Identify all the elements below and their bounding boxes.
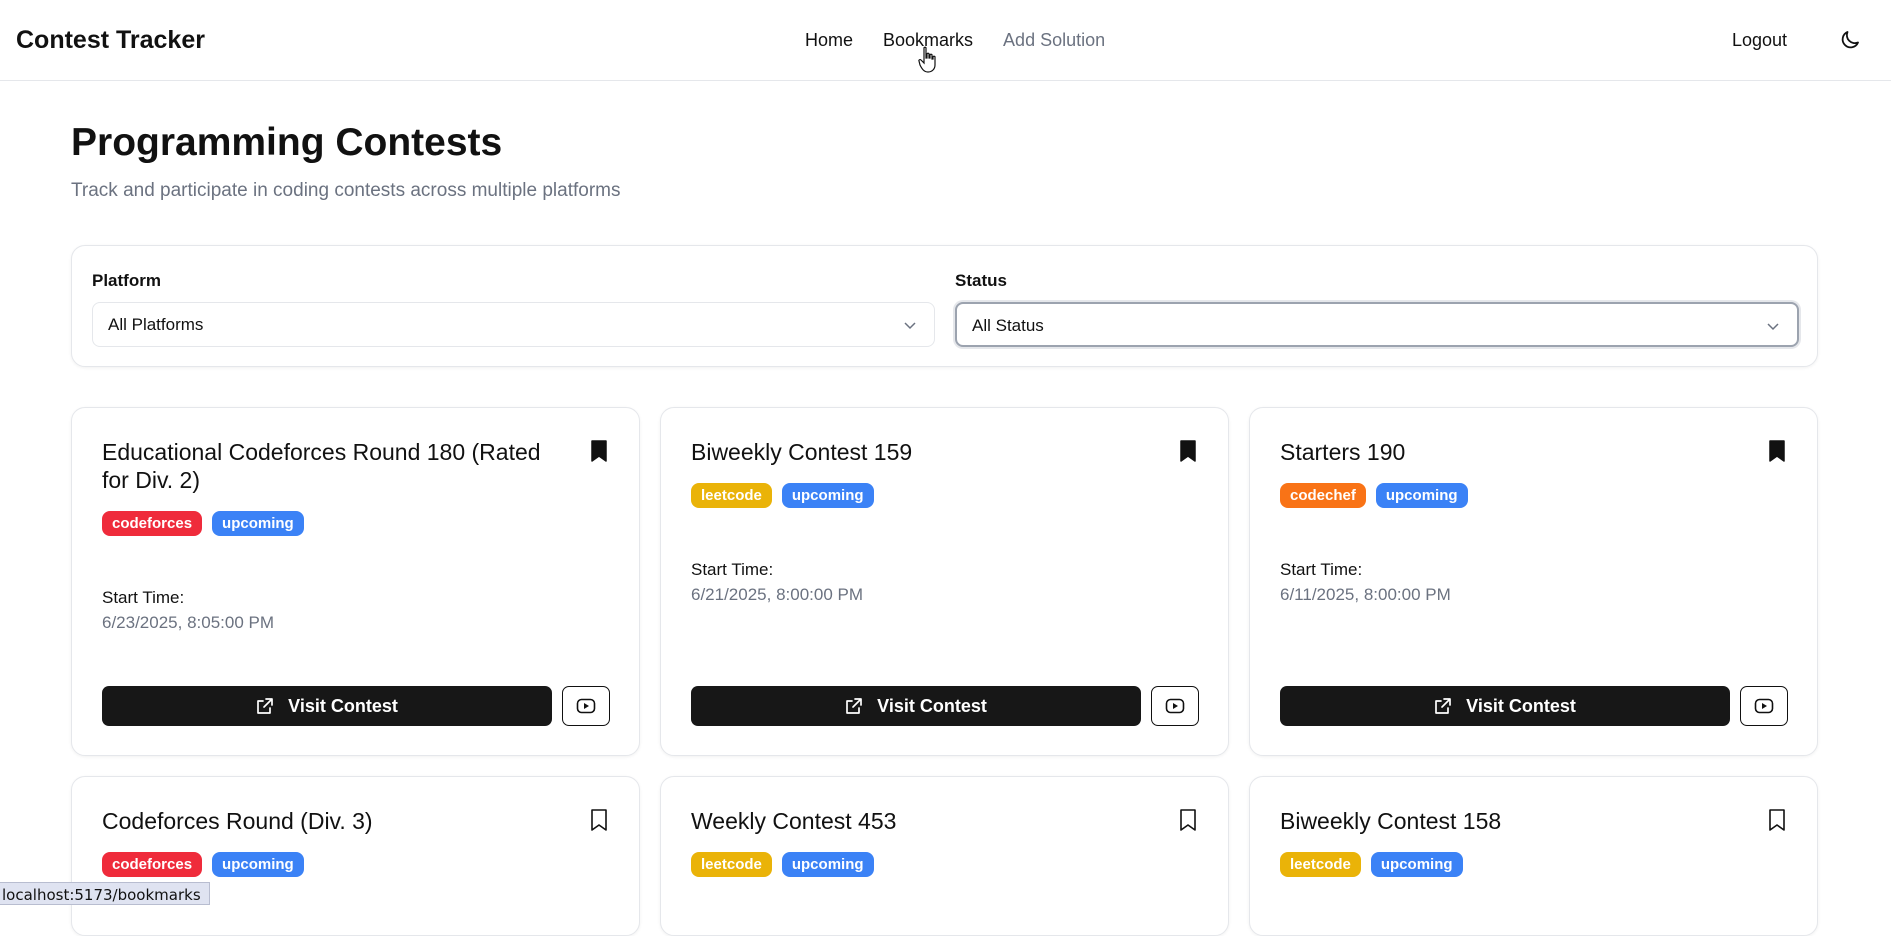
youtube-icon xyxy=(576,698,596,714)
contest-card: Starters 190 codechef upcoming Start Tim… xyxy=(1249,407,1818,756)
platform-select-value: All Platforms xyxy=(108,315,204,334)
contest-title: Weekly Contest 453 xyxy=(691,808,897,834)
status-badge: upcoming xyxy=(1370,852,1463,877)
contest-title: Starters 190 xyxy=(1280,439,1406,465)
external-link-icon xyxy=(257,698,274,714)
contest-badges: leetcode upcoming xyxy=(1280,852,1463,877)
contest-card: Educational Codeforces Round 180 (Rated … xyxy=(71,407,640,756)
external-link-icon xyxy=(1435,698,1452,714)
status-badge: upcoming xyxy=(781,852,874,877)
status-label: Status xyxy=(955,271,1007,290)
bookmark-filled-icon[interactable] xyxy=(1767,439,1787,463)
chevron-down-icon xyxy=(904,322,916,330)
status-badge: upcoming xyxy=(1375,483,1468,508)
start-time-value: 6/21/2025, 8:00:00 PM xyxy=(691,585,864,604)
page-title: Programming Contests xyxy=(71,121,503,164)
filter-panel: Platform All Platforms Status All Status xyxy=(71,245,1818,367)
visit-contest-button[interactable]: Visit Contest xyxy=(102,686,552,726)
contest-card: Biweekly Contest 158 leetcode upcoming xyxy=(1249,776,1818,936)
youtube-icon xyxy=(1165,698,1185,714)
platform-badge: leetcode xyxy=(691,483,772,508)
platform-badge: leetcode xyxy=(1280,852,1361,877)
contest-badges: leetcode upcoming xyxy=(691,852,874,877)
moon-icon[interactable] xyxy=(1838,28,1862,52)
main-nav: Home Bookmarks Add Solution xyxy=(805,30,1105,51)
contest-card: Biweekly Contest 159 leetcode upcoming S… xyxy=(660,407,1229,756)
video-solution-button[interactable] xyxy=(1151,686,1199,726)
bookmark-filled-icon[interactable] xyxy=(1178,439,1198,463)
contest-card: Weekly Contest 453 leetcode upcoming xyxy=(660,776,1229,936)
platform-badge: codeforces xyxy=(102,852,203,877)
platform-select[interactable]: All Platforms xyxy=(92,302,935,347)
platform-label: Platform xyxy=(92,271,161,290)
brand-logo-text[interactable]: Contest Tracker xyxy=(16,26,205,55)
video-solution-button[interactable] xyxy=(562,686,610,726)
contest-title: Biweekly Contest 159 xyxy=(691,439,913,465)
start-time-label: Start Time: xyxy=(691,560,774,579)
contest-title: Educational Codeforces Round 180 (Rated … xyxy=(102,439,541,493)
logout-button[interactable]: Logout xyxy=(1732,30,1787,51)
platform-badge: codechef xyxy=(1280,483,1366,508)
visit-contest-button[interactable]: Visit Contest xyxy=(1280,686,1730,726)
external-link-icon xyxy=(846,698,863,714)
visit-contest-label: Visit Contest xyxy=(1466,695,1576,716)
status-badge: upcoming xyxy=(212,511,304,536)
status-badge: upcoming xyxy=(212,852,304,877)
start-time-value: 6/23/2025, 8:05:00 PM xyxy=(102,613,275,632)
top-navbar: Contest Tracker Home Bookmarks Add Solut… xyxy=(0,0,1891,81)
bookmark-outline-icon[interactable] xyxy=(589,808,609,832)
platform-badge: codeforces xyxy=(102,511,203,536)
start-time-value: 6/11/2025, 8:00:00 PM xyxy=(1280,585,1451,604)
status-select[interactable]: All Status xyxy=(955,302,1799,347)
contest-badges: codechef upcoming xyxy=(1280,483,1468,508)
start-time-label: Start Time: xyxy=(1280,560,1363,579)
status-badge: upcoming xyxy=(781,483,874,508)
bookmark-filled-icon[interactable] xyxy=(589,439,609,463)
bookmark-outline-icon[interactable] xyxy=(1767,808,1787,832)
contest-badges: codeforces upcoming xyxy=(102,852,304,877)
hand-pointer-cursor-icon xyxy=(918,46,936,73)
video-solution-button[interactable] xyxy=(1740,686,1788,726)
nav-add-solution[interactable]: Add Solution xyxy=(1003,30,1105,51)
page-subtitle: Track and participate in coding contests… xyxy=(71,180,621,201)
visit-contest-label: Visit Contest xyxy=(288,695,398,716)
bookmark-outline-icon[interactable] xyxy=(1178,808,1198,832)
contest-card: Codeforces Round (Div. 3) codeforces upc… xyxy=(71,776,640,936)
contest-title: Codeforces Round (Div. 3) xyxy=(102,808,373,834)
platform-badge: leetcode xyxy=(691,852,772,877)
nav-home[interactable]: Home xyxy=(805,30,853,51)
browser-status-url: localhost:5173/bookmarks xyxy=(0,882,210,905)
chevron-down-icon xyxy=(1767,323,1779,331)
contest-title: Biweekly Contest 158 xyxy=(1280,808,1502,834)
start-time-label: Start Time: xyxy=(102,588,185,607)
contest-badges: codeforces upcoming xyxy=(102,511,304,536)
status-select-value: All Status xyxy=(972,316,1044,335)
contest-badges: leetcode upcoming xyxy=(691,483,874,508)
youtube-icon xyxy=(1754,698,1774,714)
visit-contest-label: Visit Contest xyxy=(877,695,987,716)
visit-contest-button[interactable]: Visit Contest xyxy=(691,686,1141,726)
